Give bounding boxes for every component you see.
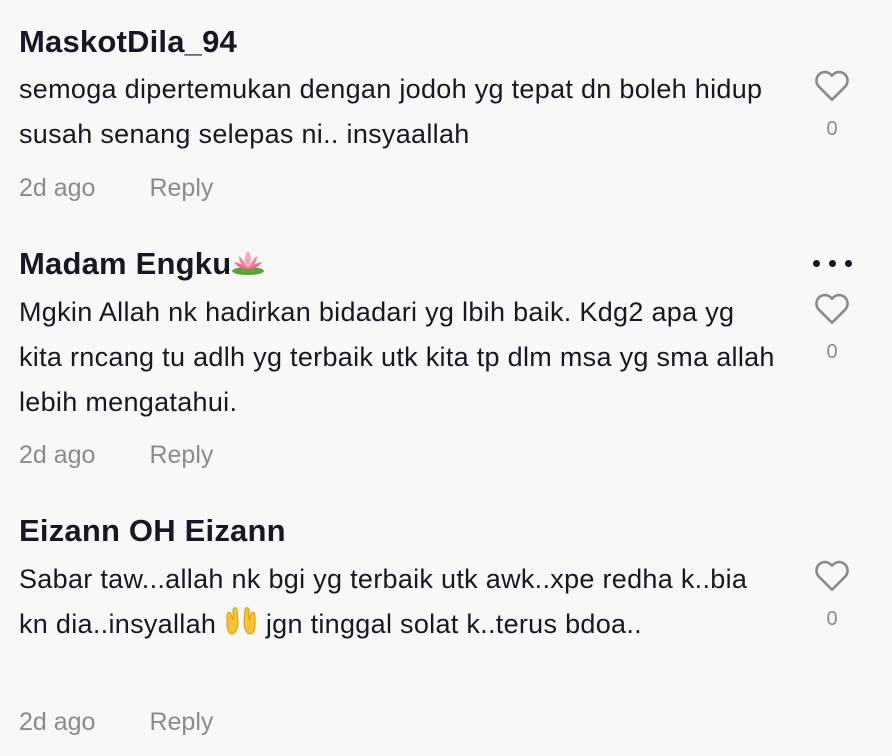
- like-count: 0: [826, 118, 838, 140]
- comment-meta: 2d ago Reply: [19, 173, 213, 203]
- heart-icon[interactable]: [813, 291, 851, 325]
- like-count: 0: [826, 608, 838, 630]
- more-options-button[interactable]: [811, 257, 855, 271]
- reply-button[interactable]: Reply: [149, 440, 213, 470]
- comment-username[interactable]: Eizann OH Eizann: [19, 513, 286, 549]
- reply-button[interactable]: Reply: [149, 173, 213, 203]
- open-hands-icon: [224, 605, 258, 650]
- like-control: 0: [811, 68, 853, 140]
- comment-timestamp: 2d ago: [19, 174, 96, 202]
- comment-meta: 2d ago Reply: [19, 707, 213, 737]
- comment-username[interactable]: MaskotDila_94: [19, 24, 237, 60]
- comment-timestamp: 2d ago: [19, 441, 96, 469]
- comment-text: semoga dipertemukan dengan jodoh yg tepa…: [19, 74, 763, 149]
- heart-icon[interactable]: [813, 68, 851, 102]
- comment-timestamp: 2d ago: [19, 708, 96, 736]
- heart-icon[interactable]: [813, 558, 851, 592]
- username-text: Madam Engku: [19, 246, 232, 281]
- like-count: 0: [826, 341, 838, 363]
- comment-username[interactable]: Madam Engku: [19, 246, 265, 285]
- comment-text: Sabar taw...allah nk bgi yg terbaik utk …: [19, 557, 779, 650]
- like-control: 0: [811, 291, 853, 363]
- like-control: 0: [811, 558, 853, 630]
- comment-meta: 2d ago Reply: [19, 440, 213, 470]
- comment-text: Mgkin Allah nk hadirkan bidadari yg lbih…: [19, 297, 775, 417]
- reply-button[interactable]: Reply: [149, 707, 213, 737]
- lotus-icon: [231, 247, 265, 285]
- comment-text-part: jgn tinggal solat k..terus bdoa..: [265, 609, 642, 639]
